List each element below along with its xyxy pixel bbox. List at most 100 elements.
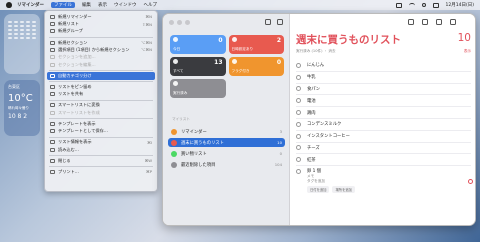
info-icon[interactable] — [468, 179, 473, 184]
reminder-item[interactable]: コンデンスミルク — [296, 119, 471, 131]
menu-item-label: テンプレートを表示 — [58, 120, 96, 126]
wifi-icon[interactable] — [408, 2, 415, 8]
menu-separator — [49, 154, 153, 156]
reminder-item[interactable]: 電池 — [296, 95, 471, 108]
checkbox-circle[interactable] — [296, 62, 301, 68]
reminders-window: 今日 0 日時設定あり 2 すべて 13 フラグ付き 0 実行済み マイリスト リマインダー 3 週… — [162, 13, 476, 226]
show-completed-button[interactable]: 表示 — [464, 49, 471, 54]
file-menu-item[interactable]: 閉じる ⌘W — [47, 157, 155, 164]
smart-list-tile[interactable]: フラグ付き 0 — [228, 57, 284, 76]
file-menu-item[interactable]: スマートリストに変換 — [47, 102, 155, 109]
reminder-item[interactable]: インスタントコーヒー — [296, 131, 471, 143]
reminder-item[interactable]: 食パン — [296, 84, 471, 96]
search-icon[interactable] — [421, 3, 426, 7]
file-menu-item[interactable]: 新規リマインダー ⌘N — [47, 13, 155, 20]
minimize-button[interactable] — [177, 20, 182, 25]
sidebar-list-item[interactable]: リマインダー 3 — [168, 127, 285, 136]
weather-widget[interactable]: 台東区 10°C 晴れ時々曇り 10 8 2 — [4, 80, 40, 136]
checkbox-circle[interactable] — [296, 145, 301, 151]
file-menu-item[interactable]: テンプレートを表示 — [47, 120, 155, 127]
list-label: 買い物リスト — [181, 151, 207, 157]
menu-item-label: セクションを編集… — [58, 61, 96, 67]
menu-separator — [49, 136, 153, 137]
file-menu-item[interactable]: 新規グループ — [47, 28, 155, 35]
smart-list-tile[interactable]: すべて 13 — [170, 57, 226, 76]
checkbox-circle[interactable] — [296, 133, 301, 139]
checkbox-circle[interactable] — [296, 157, 301, 163]
completed-summary[interactable]: 実行済み (10件) ・ 消去 — [296, 49, 336, 54]
add-date-button[interactable]: 日付を追加 — [307, 186, 330, 194]
sidebar-list-item[interactable]: 買い物リスト 0 — [168, 149, 285, 158]
share-icon[interactable] — [408, 19, 414, 25]
smart-list-tile[interactable]: 日時設定あり 2 — [228, 35, 284, 54]
smart-list-icon — [231, 37, 237, 42]
menu-item-label: 新規リスト — [58, 21, 79, 27]
checkbox-circle[interactable] — [296, 98, 301, 104]
menu-window[interactable]: ウインドウ — [114, 2, 137, 8]
file-menu-item[interactable]: 読み込む… — [47, 146, 155, 153]
menu-edit[interactable]: 編集 — [82, 2, 91, 8]
menu-item-label: 新規リマインダー — [58, 13, 92, 19]
calendar-widget[interactable] — [4, 14, 40, 74]
control-center-icon[interactable] — [432, 2, 439, 8]
file-menu-item[interactable]: リストをピン留め — [47, 83, 155, 90]
lists-header: マイリスト — [172, 117, 190, 121]
search-icon[interactable] — [450, 19, 456, 25]
reminder-item[interactable]: 紅茶 — [296, 154, 471, 167]
add-icon[interactable] — [436, 19, 442, 25]
menu-item-label: リストを共有 — [58, 91, 84, 97]
menu-item-label: 新規セクション — [58, 39, 88, 45]
menu-item-icon — [50, 55, 55, 60]
reminder-item-editing[interactable]: 卵 1 個メモ タグを追加 日付を追加 場所を追加 — [296, 166, 471, 194]
menu-item-icon — [50, 14, 55, 19]
file-menu-item[interactable]: 新規リスト ⇧⌘N — [47, 20, 155, 27]
sidebar-toggle-icon[interactable] — [277, 19, 283, 25]
checkbox-circle[interactable] — [296, 110, 301, 116]
menu-item-label: 自動カテゴリ分け — [58, 72, 92, 78]
menu-app[interactable]: リマインダー — [17, 2, 44, 8]
checkbox-circle[interactable] — [296, 74, 301, 80]
reminder-title: 食パン — [307, 86, 321, 92]
reminder-item[interactable]: 牛乳 — [296, 72, 471, 84]
file-menu-item[interactable]: リスト情報を表示 ⌘I — [47, 139, 155, 146]
main-pane: 週末に買うものリスト 10 実行済み (10件) ・ 消去 表示 にんじん 牛乳食… — [290, 14, 475, 225]
smart-list-count: 13 — [214, 59, 223, 66]
file-menu-item[interactable]: テンプレートとして保存… — [47, 128, 155, 135]
menu-item-icon — [50, 158, 55, 163]
menu-help[interactable]: ヘルプ — [144, 2, 158, 8]
menu-file[interactable]: ファイル — [51, 2, 75, 8]
smart-list-icon — [173, 81, 178, 86]
zoom-button[interactable] — [185, 20, 190, 25]
smart-list-tile[interactable]: 今日 0 — [170, 35, 226, 54]
file-menu-item[interactable]: リストを共有 — [47, 91, 155, 98]
file-menu-item[interactable]: プリント… ⌘P — [47, 168, 155, 175]
menu-separator — [49, 166, 153, 167]
menu-separator — [49, 99, 153, 101]
menu-item-label: テンプレートとして保存… — [58, 128, 108, 134]
reminder-chips: 日付を追加 場所を追加 — [307, 186, 355, 194]
sidebar-list-item[interactable]: 最近削除した項目 104 — [168, 160, 285, 169]
file-menu-item[interactable]: 自動カテゴリ分け — [47, 72, 155, 80]
checkbox-circle[interactable] — [296, 168, 301, 174]
file-menu-item[interactable]: 新規セクション ⌥⌘N — [47, 39, 155, 46]
menu-view[interactable]: 表示 — [98, 2, 107, 8]
checkbox-circle[interactable] — [296, 121, 301, 127]
smart-list-label: フラグ付き — [231, 69, 250, 73]
smart-list-tile[interactable]: 実行済み — [170, 79, 226, 98]
reminder-item[interactable]: 鶏肉 — [296, 107, 471, 119]
apple-icon[interactable] — [6, 2, 12, 8]
reminder-item[interactable]: チーズ — [296, 143, 471, 155]
add-location-button[interactable]: 場所を追加 — [332, 186, 355, 194]
clock[interactable]: 12月14日(日) — [446, 2, 474, 8]
smart-list-count: 2 — [276, 37, 281, 44]
reminder-item[interactable]: にんじん — [296, 60, 471, 72]
battery-icon[interactable] — [395, 2, 402, 8]
list-view-icon[interactable] — [422, 19, 428, 25]
reminder-title: 紅茶 — [307, 157, 316, 163]
sidebar-list-item[interactable]: 週末に買うものリスト 10 — [168, 138, 285, 147]
checkbox-circle[interactable] — [296, 86, 301, 92]
reminder-tags[interactable]: タグを追加 — [307, 179, 325, 184]
file-menu-item[interactable]: 選択項目 (1項目) から新規セクション ⌥⌘N — [47, 46, 155, 53]
close-button[interactable] — [169, 20, 174, 25]
account-icon[interactable] — [265, 19, 271, 25]
